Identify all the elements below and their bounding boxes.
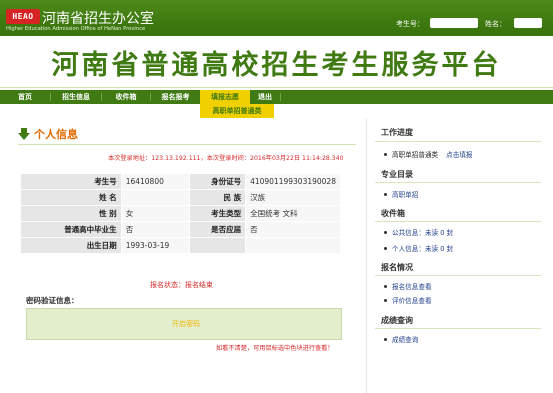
table-row: 出生日期 1993-03-19 bbox=[20, 237, 341, 254]
login-info: 本次登录地址：123.13.192.111，本次登录时间：2016年03月22日… bbox=[108, 155, 344, 162]
hs-graduate-value: 否 bbox=[120, 221, 191, 238]
click-to-fill-link[interactable]: 点击填报 bbox=[446, 149, 472, 159]
table-row: 考生号 16410800 身份证号 410901199303190028 bbox=[20, 173, 341, 190]
nav-item-logout[interactable]: 退出 bbox=[250, 90, 280, 104]
ethnicity-label: 民 族 bbox=[189, 189, 247, 206]
nav-item-inbox[interactable]: 收件箱 bbox=[102, 90, 150, 104]
sidebar-item-progress: 高职单招普通类 点击填报 bbox=[384, 149, 473, 159]
fresh-graduate-label: 是否应届 bbox=[189, 221, 247, 238]
header-name-redacted bbox=[514, 18, 542, 28]
top-banner: HEAO 河南省招生办公室 Higher Education Admission… bbox=[0, 0, 553, 36]
bullet-icon bbox=[384, 284, 387, 288]
public-info-unread: 未读 0 封 bbox=[424, 229, 454, 237]
hs-graduate-label: 普通高中毕业生 bbox=[20, 221, 122, 238]
sidebar-title-scores: 成绩查询 bbox=[381, 316, 413, 325]
divider-line bbox=[375, 182, 541, 183]
org-name: 河南省招生办公室 bbox=[42, 12, 154, 27]
sidebar-title-progress: 工作进度 bbox=[381, 128, 413, 137]
profile-table: 考生号 16410800 身份证号 410901199303190028 姓 名… bbox=[20, 173, 341, 254]
sidebar-item-eval-info[interactable]: 评价信息查看 bbox=[384, 295, 432, 305]
bullet-icon bbox=[384, 230, 387, 234]
bullet-icon bbox=[384, 246, 387, 250]
progress-label: 高职单招普通类 bbox=[392, 151, 439, 159]
platform-title: 河南省普通高校招生考生服务平台 bbox=[51, 50, 502, 81]
vocational-link[interactable]: 高职单招 bbox=[392, 189, 418, 199]
nav-separator bbox=[280, 93, 281, 101]
sidebar-title-majors: 专业目录 bbox=[381, 170, 413, 179]
header-name-label: 姓名： bbox=[485, 20, 506, 28]
gender-value: 女 bbox=[120, 205, 191, 222]
id-label: 身份证号 bbox=[189, 173, 247, 190]
eval-info-link[interactable]: 评价信息查看 bbox=[392, 295, 432, 305]
public-info-label[interactable]: 公共信息： bbox=[392, 227, 425, 237]
personal-info-label[interactable]: 个人信息： bbox=[392, 243, 425, 253]
org-subtitle: Higher Education Admission Office of HeN… bbox=[6, 26, 146, 32]
subnav-vocational[interactable]: 高职单招普通类 bbox=[200, 104, 274, 118]
password-color-block[interactable]: 开启密码 bbox=[26, 308, 342, 340]
sidebar-item-reg-info[interactable]: 报名信息查看 bbox=[384, 281, 432, 291]
heao-logo: HEAO bbox=[6, 9, 40, 24]
nav-item-volunteer[interactable]: 填报志愿 bbox=[200, 90, 250, 104]
header-exam-no-redacted bbox=[430, 18, 478, 28]
bullet-icon bbox=[384, 192, 387, 196]
exam-type-label: 考生类型 bbox=[189, 205, 247, 222]
sidebar-item-public-info[interactable]: 公共信息： 未读 0 封 bbox=[384, 227, 453, 237]
dob-value: 1993-03-19 bbox=[120, 237, 191, 254]
open-password-button[interactable]: 开启密码 bbox=[172, 319, 200, 329]
section-header: 个人信息 bbox=[18, 126, 78, 142]
name-label: 姓 名 bbox=[20, 189, 122, 206]
ethnicity-value: 汉族 bbox=[245, 189, 341, 206]
nav-item-admission-info[interactable]: 招生信息 bbox=[51, 90, 101, 104]
exam-no-value: 16410800 bbox=[120, 173, 191, 190]
bullet-icon bbox=[384, 337, 387, 341]
reg-info-link[interactable]: 报名信息查看 bbox=[392, 281, 432, 291]
divider-line bbox=[18, 144, 356, 145]
registration-status: 报名状态：报名结束 bbox=[150, 281, 213, 289]
fresh-graduate-value: 否 bbox=[245, 221, 341, 238]
empty-cell bbox=[245, 237, 341, 254]
header-exam-no-label: 考生号： bbox=[396, 20, 424, 28]
dob-label: 出生日期 bbox=[20, 237, 122, 254]
bullet-icon bbox=[384, 152, 387, 156]
divider-line bbox=[375, 221, 541, 222]
name-value bbox=[120, 189, 191, 206]
header: HEAO 河南省招生办公室 Higher Education Admission… bbox=[0, 0, 553, 88]
empty-cell bbox=[189, 237, 247, 254]
sidebar-title-registration: 报名情况 bbox=[381, 263, 413, 272]
score-query-link[interactable]: 成绩查询 bbox=[392, 334, 418, 344]
id-value: 410901199303190028 bbox=[245, 173, 341, 190]
sidebar-item-score-query[interactable]: 成绩查询 bbox=[384, 334, 418, 344]
sidebar-item-personal-info[interactable]: 个人信息： 未读 0 封 bbox=[384, 243, 453, 253]
sidebar-item-vocational[interactable]: 高职单招 bbox=[384, 189, 418, 199]
main-nav: 首页 招生信息 收件箱 报名报考 填报志愿 退出 bbox=[0, 90, 553, 104]
table-row: 性 别 女 考生类型 全国统考 文科 bbox=[20, 205, 341, 222]
divider-line bbox=[375, 141, 541, 142]
exam-type-value: 全国统考 文科 bbox=[245, 205, 341, 222]
vertical-divider bbox=[366, 118, 367, 393]
table-row: 普通高中毕业生 否 是否应届 否 bbox=[20, 221, 341, 238]
gender-label: 性 别 bbox=[20, 205, 122, 222]
sidebar-title-inbox: 收件箱 bbox=[381, 209, 405, 218]
color-block-hint: 如看不清楚，可用鼠标选中色块进行查看！ bbox=[216, 345, 334, 352]
exam-no-label: 考生号 bbox=[20, 173, 122, 190]
personal-info-unread: 未读 0 封 bbox=[424, 245, 454, 253]
down-arrow-icon bbox=[18, 128, 30, 140]
table-row: 姓 名 民 族 汉族 bbox=[20, 189, 341, 206]
divider-line bbox=[375, 275, 541, 276]
password-verify-label: 密码验证信息： bbox=[26, 296, 79, 305]
nav-item-home[interactable]: 首页 bbox=[0, 90, 50, 104]
nav-item-registration[interactable]: 报名报考 bbox=[151, 90, 200, 104]
divider-line bbox=[375, 328, 541, 329]
section-title: 个人信息 bbox=[34, 128, 78, 141]
bullet-icon bbox=[384, 298, 387, 302]
